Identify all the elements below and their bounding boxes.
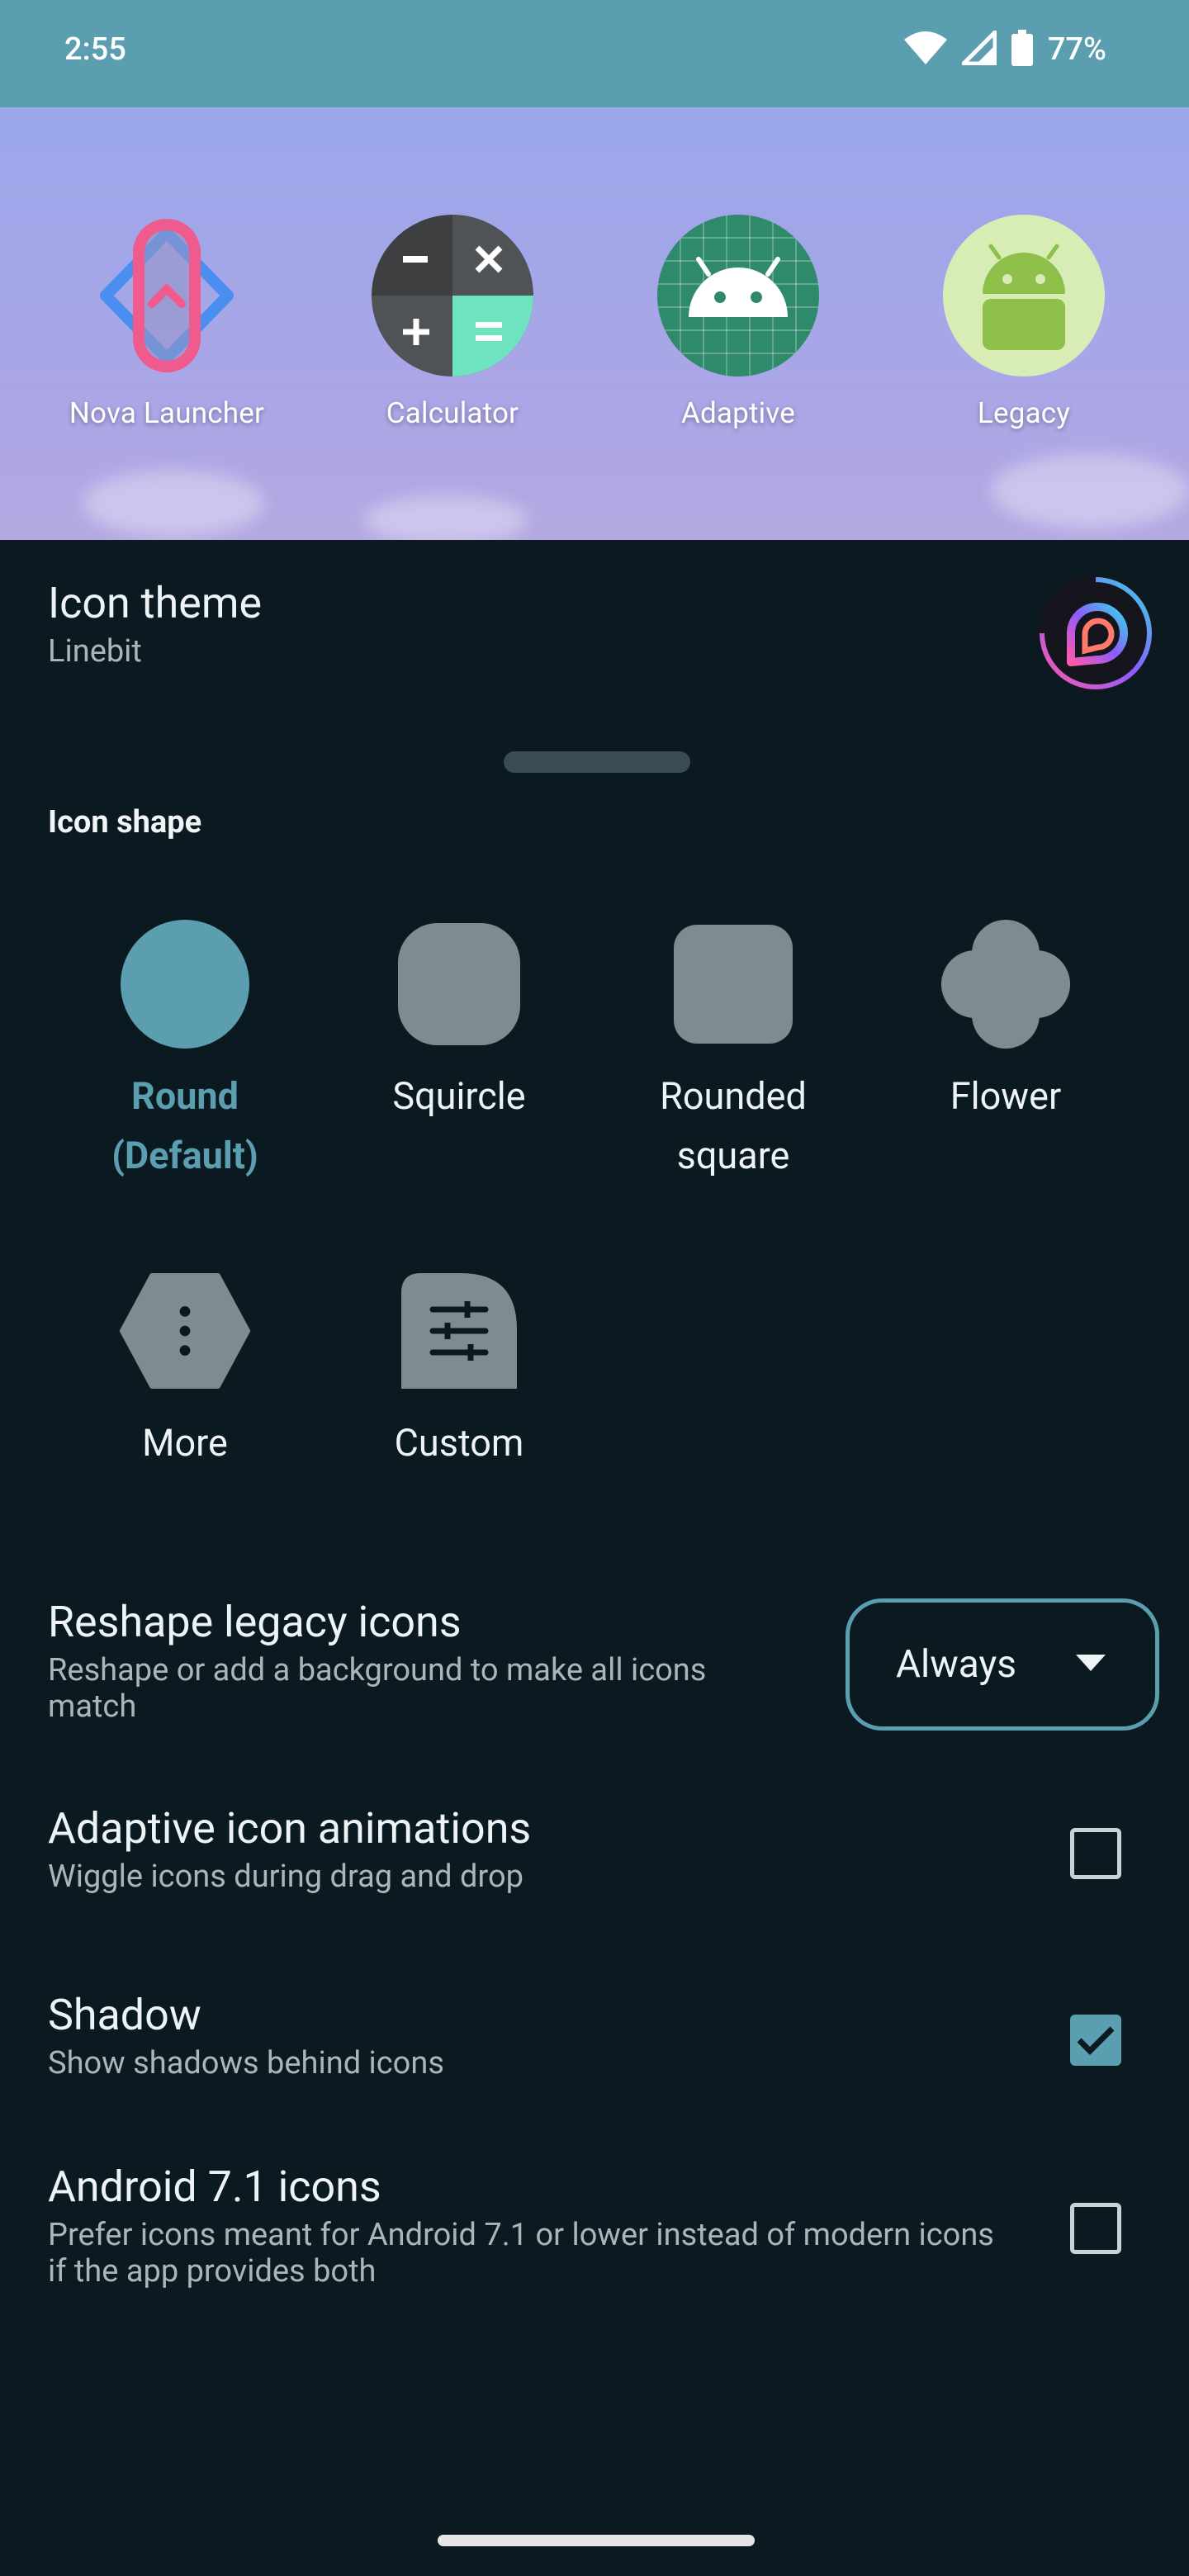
shadow-checkbox[interactable] bbox=[1070, 2015, 1121, 2066]
shape-label: More bbox=[61, 1413, 309, 1473]
reshape-legacy-icons-row: Reshape legacy icons Reshape or add a ba… bbox=[48, 1597, 791, 1725]
shape-option-more[interactable]: More bbox=[61, 1265, 309, 1473]
nova-launcher-icon bbox=[86, 215, 248, 376]
preview-app-label: Legacy bbox=[977, 396, 1071, 430]
checkmark-icon bbox=[1077, 2026, 1115, 2055]
android-71-icons-title: Android 7.1 icons bbox=[48, 2162, 381, 2212]
battery-percentage: 77% bbox=[1047, 31, 1106, 68]
shape-label-line1: Flower bbox=[950, 1074, 1062, 1118]
shape-label-line1: Squircle bbox=[392, 1074, 526, 1118]
calculator-icon bbox=[372, 215, 533, 376]
preview-app-adaptive: Adaptive bbox=[614, 215, 862, 430]
cellular-signal-icon bbox=[961, 30, 997, 69]
status-bar: 2:55 77% bbox=[0, 0, 1189, 107]
shape-label-line1: More bbox=[142, 1421, 228, 1465]
adaptive-icon-animations-row[interactable]: Adaptive icon animations Wiggle icons du… bbox=[48, 1803, 1006, 1895]
android-71-icons-row[interactable]: Android 7.1 icons Prefer icons meant for… bbox=[48, 2162, 1006, 2290]
adaptive-icon-animations-title: Adaptive icon animations bbox=[48, 1803, 532, 1854]
reshape-legacy-icons-subtitle: Reshape or add a background to make all … bbox=[48, 1652, 707, 1725]
shape-label: Rounded square bbox=[609, 1067, 857, 1186]
custom-shape-icon bbox=[393, 1265, 525, 1397]
icon-shape-section-label: Icon shape bbox=[48, 804, 202, 841]
preview-app-label: Adaptive bbox=[680, 396, 796, 430]
round-shape-icon bbox=[119, 918, 251, 1050]
shadow-row[interactable]: Shadow Show shadows behind icons bbox=[48, 1990, 1006, 2081]
wifi-icon bbox=[903, 31, 947, 68]
bottom-sheet-drag-handle[interactable] bbox=[504, 751, 690, 773]
dropdown-arrow-icon bbox=[1076, 1655, 1106, 1674]
rounded-square-shape-icon bbox=[667, 918, 799, 1050]
shape-option-rounded-square[interactable]: Rounded square bbox=[609, 918, 857, 1186]
preview-app-label: Calculator bbox=[386, 396, 519, 430]
icon-theme-row[interactable]: Icon theme Linebit bbox=[48, 578, 1138, 670]
shape-label-line2: (Default) bbox=[111, 1134, 258, 1177]
shadow-title: Shadow bbox=[48, 1990, 201, 2040]
shape-label: Round (Default) bbox=[61, 1067, 309, 1186]
shape-label: Custom bbox=[335, 1413, 583, 1473]
reshape-legacy-icons-title: Reshape legacy icons bbox=[48, 1597, 462, 1647]
adaptive-icon-animations-subtitle: Wiggle icons during drag and drop bbox=[48, 1859, 523, 1895]
clock: 2:55 bbox=[64, 31, 126, 68]
dropdown-selected-value: Always bbox=[896, 1642, 1016, 1687]
shape-label-line1: Rounded bbox=[660, 1074, 807, 1118]
shadow-subtitle: Show shadows behind icons bbox=[48, 2045, 444, 2081]
shape-option-custom[interactable]: Custom bbox=[335, 1265, 583, 1473]
android-legacy-icon bbox=[943, 215, 1105, 376]
android-adaptive-icon bbox=[657, 215, 819, 376]
shape-label-line1: Round bbox=[131, 1074, 239, 1118]
shape-label-line2: square bbox=[676, 1134, 790, 1177]
flower-shape-icon bbox=[940, 918, 1072, 1050]
shape-option-squircle[interactable]: Squircle bbox=[335, 918, 583, 1126]
shape-option-round[interactable]: Round (Default) bbox=[61, 918, 309, 1186]
preview-app-label: Nova Launcher bbox=[69, 396, 265, 430]
squircle-shape-icon bbox=[393, 918, 525, 1050]
reshape-legacy-icons-dropdown[interactable]: Always bbox=[846, 1598, 1159, 1731]
shape-label: Squircle bbox=[335, 1067, 583, 1126]
preview-app-nova: Nova Launcher bbox=[43, 215, 291, 430]
icon-preview-panel: Nova Launcher Calculator Adaptive Legacy bbox=[0, 107, 1189, 540]
shape-label-line1: Custom bbox=[394, 1421, 524, 1465]
icon-theme-value: Linebit bbox=[48, 633, 142, 670]
linebit-theme-icon[interactable] bbox=[1034, 571, 1158, 695]
gesture-navigation-bar[interactable] bbox=[438, 2535, 755, 2546]
icon-theme-title: Icon theme bbox=[48, 578, 263, 628]
battery-icon bbox=[1011, 30, 1033, 69]
adaptive-icon-animations-checkbox[interactable] bbox=[1070, 1828, 1121, 1879]
android-71-icons-subtitle: Prefer icons meant for Android 7.1 or lo… bbox=[48, 2217, 994, 2290]
shape-label: Flower bbox=[882, 1067, 1130, 1126]
preview-app-legacy: Legacy bbox=[900, 215, 1148, 430]
shape-option-flower[interactable]: Flower bbox=[882, 918, 1130, 1126]
preview-app-calculator: Calculator bbox=[329, 215, 576, 430]
android-71-icons-checkbox[interactable] bbox=[1070, 2203, 1121, 2254]
more-shapes-icon bbox=[119, 1265, 251, 1397]
